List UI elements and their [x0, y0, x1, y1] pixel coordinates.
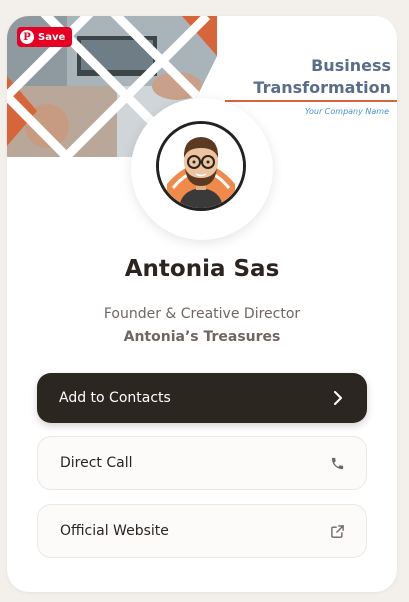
- avatar: [156, 121, 246, 211]
- banner-subtitle: Your Company Name: [304, 107, 389, 116]
- avatar-frame: [131, 98, 273, 240]
- add-to-contacts-button[interactable]: Add to Contacts: [37, 373, 367, 423]
- profile-name: Antonia Sas: [124, 256, 280, 282]
- save-label: Save: [38, 31, 66, 43]
- chevron-right-icon: [329, 389, 347, 407]
- profile-company: Antonia’s Treasures: [123, 329, 281, 345]
- official-website-button[interactable]: Official Website: [37, 504, 367, 558]
- business-card: Business Transformation Your Company Nam…: [7, 16, 397, 592]
- direct-call-label: Direct Call: [60, 455, 133, 471]
- phone-icon: [328, 454, 346, 472]
- pinterest-save-button[interactable]: P Save: [17, 27, 73, 47]
- external-link-icon: [328, 522, 346, 540]
- pinterest-icon: P: [20, 30, 34, 44]
- profile-role: Founder & Creative Director: [103, 306, 301, 322]
- avatar-illustration: [159, 124, 243, 208]
- official-website-label: Official Website: [60, 523, 169, 539]
- banner-accent-line: [225, 100, 397, 102]
- direct-call-button[interactable]: Direct Call: [37, 436, 367, 490]
- banner-title-line1: Business: [311, 56, 391, 75]
- add-to-contacts-label: Add to Contacts: [59, 390, 171, 406]
- banner-title: Business Transformation: [253, 55, 391, 99]
- banner-title-line2: Transformation: [253, 78, 391, 97]
